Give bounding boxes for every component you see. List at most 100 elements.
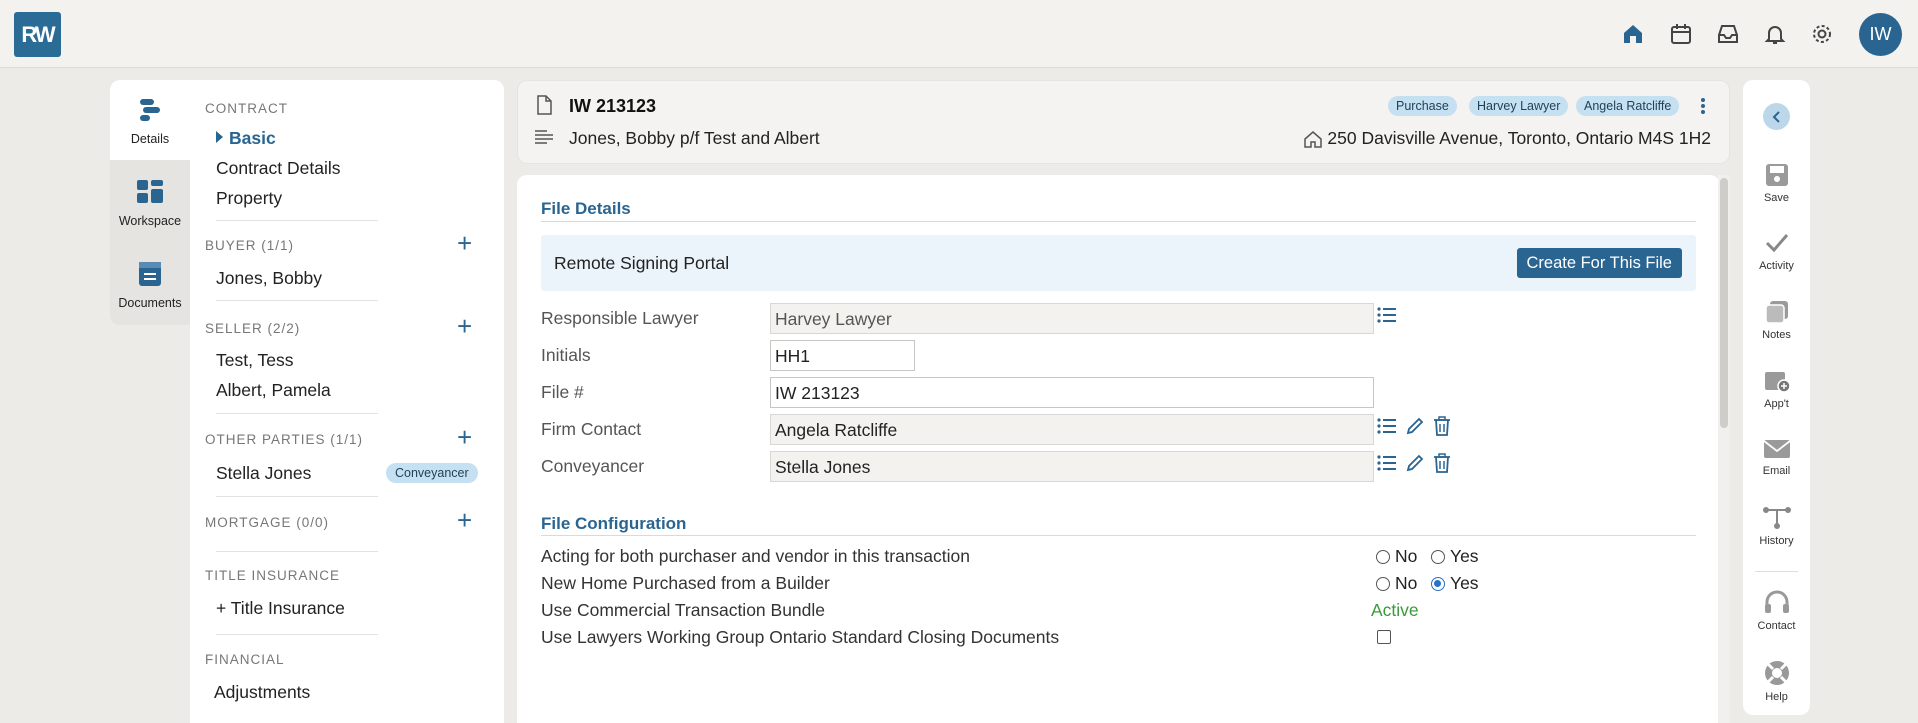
divider	[216, 300, 378, 301]
gear-icon[interactable]	[1810, 22, 1834, 46]
save-button[interactable]: Save	[1743, 162, 1810, 204]
divider	[216, 551, 378, 552]
radio-acting-both-yes[interactable]: Yes	[1431, 546, 1479, 567]
history-button[interactable]: History	[1743, 505, 1810, 547]
nav-item-seller[interactable]: Test, Tess	[216, 350, 294, 371]
nav-item-adjustments[interactable]: Adjustments	[214, 682, 310, 703]
radio-acting-both-no[interactable]: No	[1376, 546, 1417, 567]
appointment-button[interactable]: App't	[1743, 368, 1810, 410]
config-label: Use Commercial Transaction Bundle	[541, 600, 826, 620]
more-menu-icon[interactable]	[1700, 97, 1706, 115]
notes-label: Notes	[1762, 329, 1791, 341]
app-logo[interactable]: RW	[14, 12, 61, 57]
help-label: Help	[1765, 691, 1788, 703]
nav-item-basic[interactable]: Basic	[216, 128, 276, 149]
radio-label: No	[1395, 573, 1418, 593]
lwg-documents-checkbox[interactable]	[1377, 630, 1391, 644]
radio-label: Yes	[1450, 546, 1479, 566]
notes-button[interactable]: Notes	[1743, 299, 1810, 341]
home-icon[interactable]	[1621, 22, 1645, 46]
contact-button[interactable]: Contact	[1743, 590, 1810, 632]
email-button[interactable]: Email	[1743, 437, 1810, 477]
collapse-panel-button[interactable]	[1763, 103, 1790, 130]
trash-icon[interactable]	[1433, 453, 1451, 473]
chevron-left-icon	[1772, 110, 1780, 123]
section-heading-buyer: BUYER (1/1)	[205, 238, 295, 253]
remote-signing-portal: Remote Signing Portal Create For This Fi…	[541, 235, 1696, 291]
tab-documents-label: Documents	[118, 296, 182, 310]
section-heading-financial: FINANCIAL	[205, 652, 285, 667]
tag-lawyer: Harvey Lawyer	[1469, 96, 1569, 116]
calendar-add-icon	[1764, 372, 1791, 393]
edit-icon[interactable]	[1405, 453, 1425, 473]
tab-documents[interactable]: Documents	[110, 244, 190, 324]
list-icon[interactable]	[1377, 454, 1397, 472]
nav-item-property[interactable]: Property	[216, 188, 282, 209]
divider	[216, 413, 378, 414]
radio-circle	[1431, 576, 1445, 591]
create-portal-button[interactable]: Create For This File	[1516, 248, 1682, 278]
inbox-icon[interactable]	[1716, 22, 1740, 46]
add-buyer-button[interactable]: +	[457, 230, 472, 256]
section-title-file-details: File Details	[541, 199, 631, 218]
nav-item-seller[interactable]: Albert, Pamela	[216, 380, 331, 401]
add-mortgage-button[interactable]: +	[457, 507, 472, 533]
divider	[541, 535, 1696, 536]
email-label: Email	[1762, 465, 1791, 477]
scrollbar-thumb[interactable]	[1720, 178, 1728, 428]
field-actions	[1377, 453, 1451, 473]
calendar-icon[interactable]	[1669, 22, 1693, 46]
property-address: 250 Davisville Avenue, Toronto, Ontario …	[1303, 128, 1711, 149]
tab-details[interactable]: Details	[110, 80, 190, 160]
divider	[216, 496, 378, 497]
add-title-insurance-link[interactable]: + Title Insurance	[216, 598, 345, 619]
config-label: Use Lawyers Working Group Ontario Standa…	[541, 627, 1060, 647]
help-button[interactable]: Help	[1743, 659, 1810, 703]
documents-icon	[139, 262, 161, 286]
checkmark-icon	[1765, 234, 1788, 253]
nav-item-buyer[interactable]: Jones, Bobby	[216, 268, 322, 289]
file-number: IW 213123	[569, 96, 657, 116]
radio-new-home-yes[interactable]: Yes	[1431, 573, 1479, 594]
file-number-input[interactable]: IW 213123	[770, 377, 1374, 408]
tab-workspace-label: Workspace	[118, 214, 182, 228]
side-nav: CONTRACT Basic Contract Details Property…	[190, 80, 504, 723]
radio-new-home-no[interactable]: No	[1376, 573, 1417, 594]
config-label: Acting for both purchaser and vendor in …	[541, 546, 970, 566]
field-label: Conveyancer	[541, 456, 645, 476]
add-seller-button[interactable]: +	[457, 313, 472, 339]
radio-circle	[1431, 549, 1445, 564]
house-icon	[1304, 130, 1323, 148]
save-label: Save	[1763, 192, 1790, 204]
add-other-party-button[interactable]: +	[457, 424, 472, 450]
activity-button[interactable]: Activity	[1743, 230, 1810, 272]
edit-icon[interactable]	[1405, 416, 1425, 436]
right-action-bar: Save Activity Notes App't Email History …	[1743, 80, 1810, 715]
nav-item-contract-details[interactable]: Contract Details	[216, 158, 341, 179]
trash-icon[interactable]	[1433, 416, 1451, 436]
email-icon	[1762, 440, 1791, 458]
workspace-icon	[137, 180, 163, 203]
list-icon[interactable]	[1377, 306, 1397, 324]
top-bar: RW IW	[0, 0, 1918, 68]
config-label: New Home Purchased from a Builder	[541, 573, 830, 593]
list-icon[interactable]	[1377, 417, 1397, 435]
section-heading-contract: CONTRACT	[205, 101, 288, 116]
conveyancer-field[interactable]: Stella Jones	[770, 451, 1374, 482]
radio-circle	[1376, 576, 1390, 591]
field-label: File #	[541, 382, 584, 402]
user-avatar[interactable]: IW	[1859, 13, 1902, 56]
firm-contact-field[interactable]: Angela Ratcliffe	[770, 414, 1374, 445]
section-heading-title-insurance: TITLE INSURANCE	[205, 568, 341, 583]
tab-workspace[interactable]: Workspace	[110, 162, 190, 242]
responsible-lawyer-field[interactable]: Harvey Lawyer	[770, 303, 1374, 334]
commercial-bundle-status[interactable]: Active	[1371, 600, 1419, 621]
field-label: Responsible Lawyer	[541, 308, 699, 328]
field-label: Initials	[541, 345, 591, 365]
bell-icon[interactable]	[1763, 22, 1787, 46]
initials-input[interactable]: HH1	[770, 340, 915, 371]
radio-circle	[1376, 549, 1390, 564]
contact-label: Contact	[1757, 620, 1796, 632]
divider	[1755, 571, 1798, 572]
nav-item-other-party[interactable]: Stella Jones	[216, 463, 311, 484]
